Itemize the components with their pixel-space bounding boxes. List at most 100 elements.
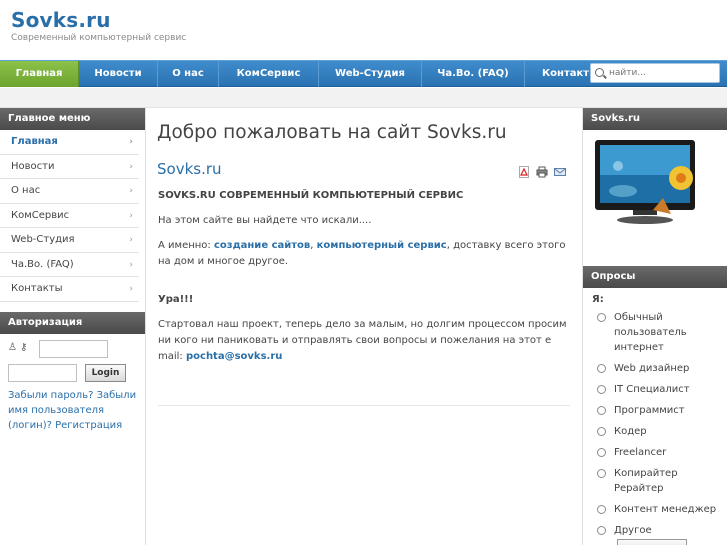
vote-button[interactable] (617, 539, 687, 545)
content-divider (158, 405, 570, 406)
radio-button[interactable] (597, 313, 606, 322)
poll-options: Обычный пользователь интернет Web дизайн… (597, 310, 723, 544)
chevron-right-icon: › (129, 259, 133, 270)
chevron-right-icon: › (129, 235, 133, 245)
poll-option[interactable]: Web дизайнер (597, 361, 723, 376)
article-paragraph-1: На этом сайте вы найдете что искали.... (158, 215, 372, 226)
chevron-right-icon: › (129, 161, 133, 172)
radio-button[interactable] (597, 505, 606, 514)
radio-button[interactable] (597, 469, 606, 478)
poll-option[interactable]: IT Специалист (597, 382, 723, 397)
sidebar-item-label: Web-Студия (11, 234, 75, 245)
sidebar-item-komservis[interactable]: КомСервис › (0, 204, 139, 228)
sidebar-item-label: Ча.Во. (FAQ) (11, 258, 74, 270)
poll-option-label: Кодер (614, 426, 647, 437)
poll-option-label: Web дизайнер (614, 363, 690, 374)
tv-image (593, 136, 695, 224)
link-website-creation[interactable]: создание сайтов (214, 240, 310, 251)
chevron-right-icon: › (129, 210, 133, 221)
poll-option-label: Другое (614, 525, 652, 536)
sidebar-item-label: Новости (11, 160, 55, 172)
paragraph-text: А именно: (158, 240, 214, 251)
sidebar-item-label: КомСервис (11, 209, 70, 221)
poll-option-label: Обычный пользователь интернет (614, 312, 687, 353)
poll-option-label: Freelancer (614, 447, 667, 458)
poll-option[interactable]: Контент менеджер (597, 502, 723, 517)
article-title[interactable]: Sovks.ru (157, 160, 222, 178)
sidebar-item-contacts[interactable]: Контакты › (0, 277, 139, 302)
user-icon: ♙ (8, 341, 17, 353)
article-tools (515, 166, 566, 178)
nav-item-news[interactable]: Новости (79, 61, 158, 87)
sovks-box-title: Sovks.ru (583, 108, 727, 130)
main-menu-title: Главное меню (0, 108, 145, 130)
site-subtitle: Современный компьютерный сервис (11, 33, 187, 43)
sidebar-item-news[interactable]: Новости › (0, 155, 139, 179)
search-box (590, 63, 720, 83)
nav-item-web-studio[interactable]: Web-Студия (319, 61, 422, 87)
search-icon (595, 68, 604, 77)
nav-item-contacts[interactable]: Контакты (525, 61, 590, 87)
sidebar-item-faq[interactable]: Ча.Во. (FAQ) › (0, 253, 139, 277)
radio-button[interactable] (597, 406, 606, 415)
poll-option-label: Контент менеджер (614, 504, 717, 515)
radio-button[interactable] (597, 364, 606, 373)
key-icon: ⚷ (20, 341, 28, 353)
poll-option-label: Копирайтер Рерайтер (614, 468, 678, 494)
chevron-right-icon: › (129, 186, 133, 196)
email-link[interactable]: pochta@sovks.ru (186, 351, 282, 362)
poll-question: Я: (592, 294, 604, 305)
radio-button[interactable] (597, 385, 606, 394)
left-sidebar: Главное меню Главная › Новости › О нас › Ко… (0, 108, 146, 545)
radio-button[interactable] (597, 427, 606, 436)
username-field[interactable] (39, 339, 108, 358)
article-body: SOVKS.RU СОВРЕМЕННЫЙ КОМПЬЮТЕРНЫЙ СЕРВИС… (158, 188, 574, 374)
article-paragraph-3: Стартовал наш проект, теперь дело за мал… (158, 317, 574, 365)
article-paragraph-2: А именно: создание сайтов, компьютерный … (158, 238, 574, 270)
sidebar-item-label: О нас (11, 185, 41, 196)
poll-option[interactable]: Программист (597, 403, 723, 418)
poll-option-label: IT Специалист (614, 384, 690, 395)
auth-links: Забыли пароль? Забыли имя пользователя (… (8, 388, 137, 433)
sidebar-item-label: Контакты (11, 283, 63, 294)
nav-item-about[interactable]: О нас (158, 61, 219, 87)
poll-option[interactable]: Freelancer (597, 445, 723, 460)
poll-option[interactable]: Копирайтер Рерайтер (597, 466, 723, 496)
sidebar-item-label: Главная (11, 136, 58, 147)
print-icon[interactable] (536, 166, 548, 178)
poll-option[interactable]: Обычный пользователь интернет (597, 310, 723, 355)
main-navbar: Главная Новости О нас КомСервис Web-Студ… (0, 60, 727, 87)
sidebar-item-about[interactable]: О нас › (0, 179, 139, 204)
search-input[interactable] (609, 66, 717, 80)
right-sidebar: Sovks.ru Опросы Я: Обычный пользователь … (582, 108, 727, 545)
chevron-right-icon: › (129, 284, 133, 294)
sidebar-item-home[interactable]: Главная › (0, 130, 139, 155)
article-hooray: Ура!!! (158, 294, 194, 305)
nav-item-komservis[interactable]: КомСервис (219, 61, 319, 87)
article-heading: SOVKS.RU СОВРЕМЕННЫЙ КОМПЬЮТЕРНЫЙ СЕРВИС (158, 190, 464, 201)
main-content: Добро пожаловать на сайт Sovks.ru Sovks.… (146, 108, 582, 545)
nav-item-faq[interactable]: Ча.Во. (FAQ) (422, 61, 525, 87)
pdf-icon[interactable] (518, 166, 530, 178)
radio-button[interactable] (597, 526, 606, 535)
poll-option[interactable]: Другое (597, 523, 723, 538)
main-menu: Главная › Новости › О нас › КомСервис › Web-… (0, 130, 145, 302)
poll-option-label: Программист (614, 405, 685, 416)
user-key-icons: ♙ ⚷ (8, 342, 27, 353)
auth-title: Авторизация (0, 311, 145, 334)
login-button[interactable]: Login (85, 363, 126, 382)
nav-item-home[interactable]: Главная (0, 61, 79, 87)
login-form: ♙ ⚷ Login Забыли пароль? Забыли имя поль… (0, 334, 145, 439)
page-title: Добро пожаловать на сайт Sovks.ru (157, 122, 507, 143)
email-icon[interactable] (554, 166, 566, 178)
site-header: Sovks.ru Современный компьютерный сервис (0, 0, 727, 60)
radio-button[interactable] (597, 448, 606, 457)
link-computer-service[interactable]: компьютерный сервис (317, 240, 447, 251)
password-field[interactable] (8, 363, 77, 382)
sidebar-item-web-studio[interactable]: Web-Студия › (0, 228, 139, 253)
site-title[interactable]: Sovks.ru (11, 8, 111, 32)
polls-title: Опросы (583, 266, 727, 288)
chevron-right-icon: › (129, 137, 133, 147)
register-link[interactable]: Регистрация (55, 420, 122, 431)
poll-option[interactable]: Кодер (597, 424, 723, 439)
